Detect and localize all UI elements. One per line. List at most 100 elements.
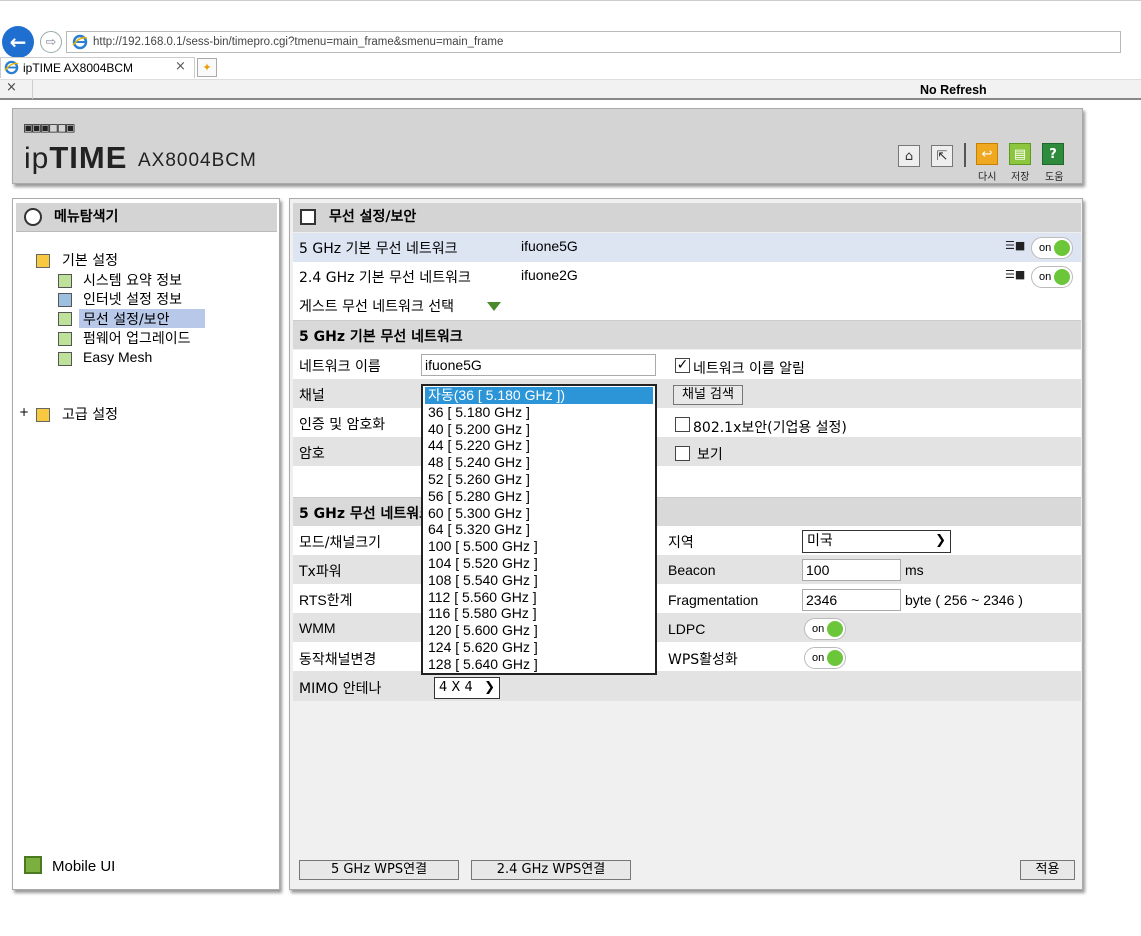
- fragmentation-input[interactable]: [802, 589, 901, 611]
- channel-option[interactable]: 124 [ 5.620 GHz ]: [425, 639, 653, 656]
- chevron-down-icon: ❯: [935, 533, 946, 548]
- model-name: AX8004BCM: [138, 150, 257, 171]
- region-value: 미국: [807, 533, 833, 549]
- help-label: 도움: [1045, 172, 1064, 183]
- sidebar-item-internet-settings[interactable]: 인터넷 설정 정보: [83, 289, 182, 309]
- channel-option[interactable]: 44 [ 5.220 GHz ]: [425, 437, 653, 454]
- dot1x-checkbox[interactable]: [675, 417, 690, 432]
- channel-option[interactable]: 64 [ 5.320 GHz ]: [425, 521, 653, 538]
- tab-close-icon[interactable]: ×: [175, 57, 189, 77]
- beacon-unit: ms: [905, 562, 924, 578]
- channel-option[interactable]: 56 [ 5.280 GHz ]: [425, 488, 653, 505]
- save-icon[interactable]: ▤: [1009, 143, 1031, 165]
- wireless-icon: [58, 312, 72, 326]
- upgrade-icon: [58, 332, 72, 346]
- brand-logo: ipTIME: [24, 140, 127, 176]
- region-select[interactable]: 미국 ❯: [802, 530, 951, 553]
- broadcast-label: 네트워크 이름 알림: [693, 361, 805, 377]
- channel-option[interactable]: 100 [ 5.500 GHz ]: [425, 538, 653, 555]
- channel-option[interactable]: 40 [ 5.200 GHz ]: [425, 421, 653, 438]
- ldpc-toggle[interactable]: on: [804, 618, 846, 640]
- form-row: [293, 671, 1081, 701]
- channel-option[interactable]: 120 [ 5.600 GHz ]: [425, 622, 653, 639]
- help-icon[interactable]: ?: [1042, 143, 1064, 165]
- apply-button[interactable]: 적용: [1020, 860, 1075, 880]
- ie-icon: [4, 60, 19, 75]
- fragmentation-unit: byte ( 256 ~ 2346 ): [905, 592, 1023, 608]
- mobile-icon[interactable]: [24, 856, 42, 874]
- guest-select-label[interactable]: 게스트 무선 네트워크 선택: [299, 296, 454, 316]
- chart-icon: [58, 274, 72, 288]
- router-header: [12, 108, 1083, 184]
- password-label: 암호: [299, 446, 325, 462]
- wps-24g-button[interactable]: 2.4 GHz WPS연결: [471, 860, 631, 880]
- divider: [964, 143, 966, 167]
- wps-5g-button[interactable]: 5 GHz WPS연결: [299, 860, 459, 880]
- address-bar[interactable]: http://192.168.0.1/sess-bin/timepro.cgi?…: [66, 31, 1121, 53]
- triangle-down-icon[interactable]: [487, 302, 501, 311]
- toggle-label: on: [812, 652, 825, 664]
- logout-icon[interactable]: ⇱: [931, 145, 953, 167]
- channel-option[interactable]: 48 [ 5.240 GHz ]: [425, 454, 653, 471]
- no-refresh-label[interactable]: No Refresh: [920, 83, 987, 97]
- expand-icon[interactable]: +: [19, 405, 29, 419]
- mimo-select[interactable]: 4 X 4 ❯: [434, 677, 500, 699]
- broadcast-checkbox[interactable]: ✓: [675, 358, 690, 373]
- channel-option[interactable]: 116 [ 5.580 GHz ]: [425, 605, 653, 622]
- sidebar-item-easy-mesh[interactable]: Easy Mesh: [83, 349, 152, 365]
- network-name-input[interactable]: [421, 354, 656, 376]
- wifi-lock-icon: ☰■: [1005, 268, 1026, 281]
- channel-dropdown-list[interactable]: 자동(36 [ 5.180 GHz ]) 36 [ 5.180 GHz ] 40 […: [421, 384, 657, 675]
- save-label: 저장: [1011, 172, 1030, 183]
- toggle-label: on: [1039, 242, 1052, 254]
- mimo-value: 4 X 4: [439, 680, 473, 695]
- brand-logo-prefix: ip: [24, 142, 50, 175]
- browser-tab[interactable]: ipTIME AX8004BCM: [0, 57, 195, 78]
- window-icon: [300, 209, 316, 225]
- txpower-label: Tx파워: [299, 564, 342, 580]
- retry-icon[interactable]: ↩: [976, 143, 998, 165]
- channel-scan-button[interactable]: 채널 검색: [673, 385, 743, 405]
- beacon-input[interactable]: [802, 559, 901, 581]
- channel-option[interactable]: 60 [ 5.300 GHz ]: [425, 505, 653, 522]
- channel-option[interactable]: 112 [ 5.560 GHz ]: [425, 589, 653, 606]
- forward-arrow-icon[interactable]: ⇨: [40, 31, 62, 53]
- chevron-down-icon: ❯: [484, 680, 495, 695]
- network-label-24g: 2.4 GHz 기본 무선 네트워크: [299, 270, 471, 286]
- mesh-icon: [58, 352, 72, 366]
- section-advanced-title: 5 GHz 무선 네트워크: [299, 506, 432, 522]
- sidebar-item-system-summary[interactable]: 시스템 요약 정보: [83, 270, 182, 290]
- close-icon[interactable]: ×: [6, 80, 17, 95]
- show-password-checkbox[interactable]: [675, 446, 690, 461]
- browser-top-strip: [0, 0, 1141, 28]
- channel-option[interactable]: 128 [ 5.640 GHz ]: [425, 656, 653, 673]
- wifi-lock-icon: ☰■: [1005, 239, 1026, 252]
- mobile-ui-link[interactable]: Mobile UI: [52, 858, 115, 875]
- channel-option[interactable]: 52 [ 5.260 GHz ]: [425, 471, 653, 488]
- channel-option[interactable]: 104 [ 5.520 GHz ]: [425, 555, 653, 572]
- dot1x-label: 802.1x보안(기업용 설정): [693, 420, 847, 436]
- wmm-label: WMM: [299, 620, 336, 636]
- fragmentation-label: Fragmentation: [668, 592, 759, 608]
- home-icon[interactable]: ⌂: [898, 145, 920, 167]
- toggle-label: on: [1039, 271, 1052, 283]
- channel-option[interactable]: 자동(36 [ 5.180 GHz ]): [425, 387, 653, 404]
- back-arrow-icon[interactable]: ←: [2, 26, 34, 58]
- sidebar-item-wireless-security[interactable]: 무선 설정/보안: [83, 309, 169, 329]
- region-label: 지역: [668, 535, 694, 551]
- ldpc-label: LDPC: [668, 621, 706, 637]
- folder-icon: [36, 408, 50, 422]
- magnifier-icon: [24, 208, 42, 226]
- channel-option[interactable]: 36 [ 5.180 GHz ]: [425, 404, 653, 421]
- toggle-24g[interactable]: on: [1031, 266, 1073, 288]
- page-title: 무선 설정/보안: [293, 203, 1081, 232]
- tree-advanced-settings[interactable]: 고급 설정: [62, 404, 118, 424]
- wps-label: WPS활성화: [668, 652, 738, 668]
- tree-basic-settings[interactable]: 기본 설정: [62, 250, 118, 270]
- new-tab-icon[interactable]: ✦: [197, 58, 217, 77]
- toggle-5g[interactable]: on: [1031, 237, 1073, 259]
- channel-option[interactable]: 108 [ 5.540 GHz ]: [425, 572, 653, 589]
- wps-toggle[interactable]: on: [804, 647, 846, 669]
- sidebar-item-firmware-upgrade[interactable]: 펌웨어 업그레이드: [83, 328, 191, 348]
- show-password-label: 보기: [697, 447, 723, 463]
